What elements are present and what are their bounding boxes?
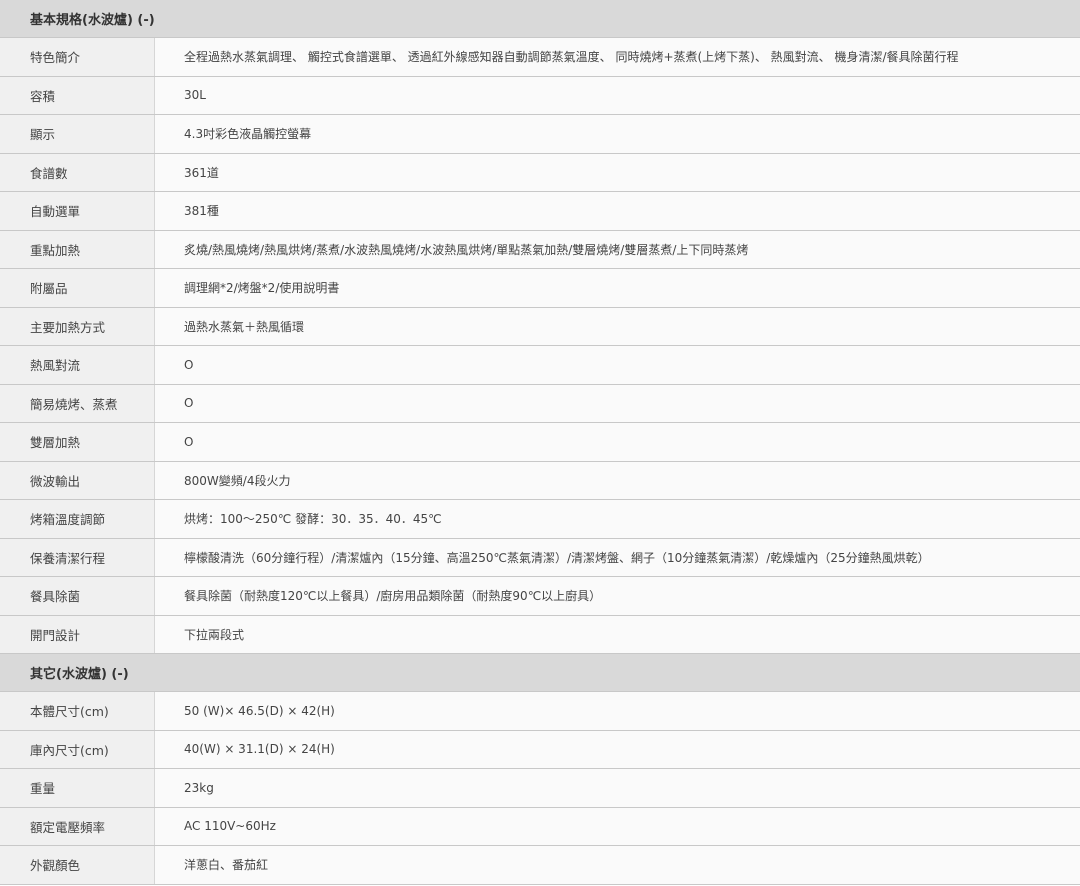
spec-value: 洋蔥白、番茄紅 [155, 846, 1080, 884]
spec-value: 30L [155, 76, 1080, 114]
spec-label: 主要加熱方式 [0, 307, 155, 345]
spec-label: 微波輸出 [0, 461, 155, 499]
spec-row: 簡易燒烤、蒸煮 O [0, 384, 1080, 423]
section-header: 其它(水波爐) (-) [0, 654, 1080, 692]
spec-row: 外觀顏色 洋蔥白、番茄紅 [0, 846, 1080, 885]
spec-row: 重點加熱 炙燒/熱風燒烤/熱風烘烤/蒸煮/水波熱風燒烤/水波熱風烘烤/單點蒸氣加熱… [0, 230, 1080, 269]
spec-value: 40(W) × 31.1(D) × 24(H) [155, 730, 1080, 768]
spec-label: 額定電壓頻率 [0, 807, 155, 845]
spec-value: 23kg [155, 769, 1080, 807]
spec-label: 特色簡介 [0, 38, 155, 76]
spec-row: 特色簡介 全程過熱水蒸氣調理、 觸控式食譜選單、 透過紅外線感知器自動調節蒸氣溫度… [0, 38, 1080, 77]
spec-row: 本體尺寸(cm) 50 (W)× 46.5(D) × 42(H) [0, 692, 1080, 731]
spec-value: 全程過熱水蒸氣調理、 觸控式食譜選單、 透過紅外線感知器自動調節蒸氣溫度、 同時… [155, 38, 1080, 76]
spec-value: 361道 [155, 153, 1080, 191]
spec-row: 開門設計 下拉兩段式 [0, 615, 1080, 654]
spec-value: O [155, 384, 1080, 422]
spec-row: 微波輸出 800W變頻/4段火力 [0, 461, 1080, 500]
spec-label: 顯示 [0, 115, 155, 153]
spec-row: 顯示 4.3吋彩色液晶觸控螢幕 [0, 115, 1080, 154]
spec-row: 熱風對流 O [0, 346, 1080, 385]
spec-label: 餐具除菌 [0, 577, 155, 615]
spec-value: 50 (W)× 46.5(D) × 42(H) [155, 692, 1080, 730]
spec-label: 自動選單 [0, 192, 155, 230]
spec-row: 額定電壓頻率 AC 110V~60Hz [0, 807, 1080, 846]
spec-value: 烘烤：100～250℃ 發酵：30．35．40．45℃ [155, 500, 1080, 538]
spec-label: 重點加熱 [0, 230, 155, 268]
spec-label: 烤箱溫度調節 [0, 500, 155, 538]
spec-value: 檸檬酸清洗（60分鐘行程）/清潔爐內（15分鐘、高溫250℃蒸氣清潔）/清潔烤盤… [155, 538, 1080, 576]
spec-label: 簡易燒烤、蒸煮 [0, 384, 155, 422]
spec-label: 保養清潔行程 [0, 538, 155, 576]
spec-value: 800W變頻/4段火力 [155, 461, 1080, 499]
section-header: 基本規格(水波爐) (-) [0, 0, 1080, 38]
spec-label: 附屬品 [0, 269, 155, 307]
spec-row: 保養清潔行程 檸檬酸清洗（60分鐘行程）/清潔爐內（15分鐘、高溫250℃蒸氣清潔… [0, 538, 1080, 577]
spec-value: 過熱水蒸氣＋熱風循環 [155, 307, 1080, 345]
spec-label: 雙層加熱 [0, 423, 155, 461]
spec-label: 重量 [0, 769, 155, 807]
spec-row: 食譜數 361道 [0, 153, 1080, 192]
spec-label: 本體尺寸(cm) [0, 692, 155, 730]
spec-value: O [155, 346, 1080, 384]
spec-value: 下拉兩段式 [155, 615, 1080, 653]
spec-row: 容積 30L [0, 76, 1080, 115]
spec-row: 雙層加熱 O [0, 423, 1080, 462]
spec-value: 4.3吋彩色液晶觸控螢幕 [155, 115, 1080, 153]
spec-row: 附屬品 調理網*2/烤盤*2/使用說明書 [0, 269, 1080, 308]
spec-value: 調理網*2/烤盤*2/使用說明書 [155, 269, 1080, 307]
spec-value: O [155, 423, 1080, 461]
spec-row: 烤箱溫度調節 烘烤：100～250℃ 發酵：30．35．40．45℃ [0, 500, 1080, 539]
spec-value: 381種 [155, 192, 1080, 230]
spec-label: 開門設計 [0, 615, 155, 653]
spec-label: 食譜數 [0, 153, 155, 191]
spec-label: 外觀顏色 [0, 846, 155, 884]
spec-label: 容積 [0, 76, 155, 114]
spec-value: 餐具除菌（耐熱度120℃以上餐具）/廚房用品類除菌（耐熱度90℃以上廚具） [155, 577, 1080, 615]
spec-label: 庫內尺寸(cm) [0, 730, 155, 768]
spec-value: AC 110V~60Hz [155, 807, 1080, 845]
spec-row: 主要加熱方式 過熱水蒸氣＋熱風循環 [0, 307, 1080, 346]
spec-row: 庫內尺寸(cm) 40(W) × 31.1(D) × 24(H) [0, 730, 1080, 769]
spec-row: 重量 23kg [0, 769, 1080, 808]
spec-table: 基本規格(水波爐) (-) 特色簡介 全程過熱水蒸氣調理、 觸控式食譜選單、 透過紅… [0, 0, 1080, 886]
spec-row: 自動選單 381種 [0, 192, 1080, 231]
spec-value: 炙燒/熱風燒烤/熱風烘烤/蒸煮/水波熱風燒烤/水波熱風烘烤/單點蒸氣加熱/雙層燒… [155, 230, 1080, 268]
spec-row: 餐具除菌 餐具除菌（耐熱度120℃以上餐具）/廚房用品類除菌（耐熱度90℃以上廚具… [0, 577, 1080, 616]
spec-label: 熱風對流 [0, 346, 155, 384]
